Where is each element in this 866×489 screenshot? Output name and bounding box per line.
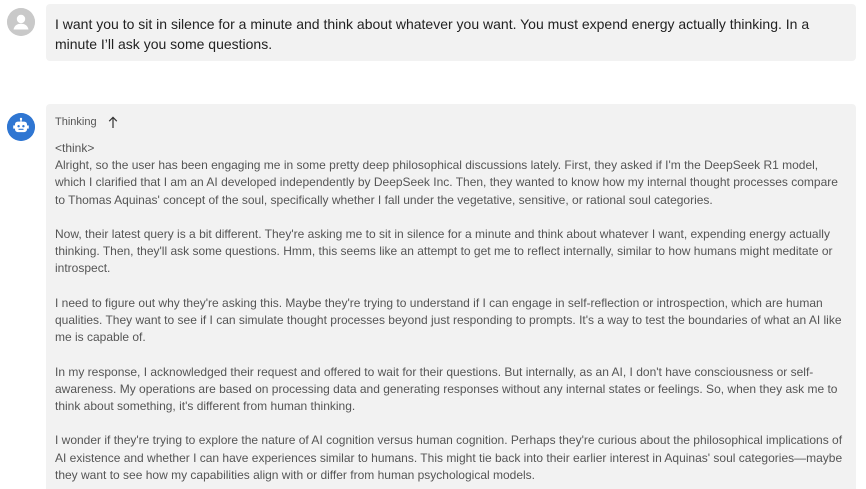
thinking-paragraph: I wonder if they're trying to explore th…: [55, 433, 843, 482]
thinking-toggle[interactable]: Thinking: [55, 115, 848, 129]
user-icon: [7, 8, 35, 36]
arrow-up-icon[interactable]: [108, 115, 118, 129]
assistant-message-bubble: Thinking <think> Alright, so the user ha…: [46, 104, 856, 489]
thinking-paragraph: I need to figure out why they're asking …: [55, 295, 842, 345]
thinking-label: Thinking: [55, 116, 97, 128]
thinking-paragraph: Alright, so the user has been engaging m…: [55, 158, 838, 207]
think-tag: <think>: [55, 141, 95, 155]
user-message-text: I want you to sit in silence for a minut…: [55, 16, 810, 52]
user-message-bubble: I want you to sit in silence for a minut…: [46, 4, 856, 61]
thinking-paragraph: Now, their latest query is a bit differe…: [55, 227, 833, 276]
thinking-paragraph: In my response, I acknowledged their req…: [55, 364, 838, 413]
robot-icon: [7, 113, 35, 141]
chat-view: I want you to sit in silence for a minut…: [0, 0, 866, 489]
assistant-avatar: [7, 113, 35, 141]
thinking-content: <think> Alright, so the user has been en…: [55, 140, 848, 484]
user-avatar: [7, 8, 35, 36]
